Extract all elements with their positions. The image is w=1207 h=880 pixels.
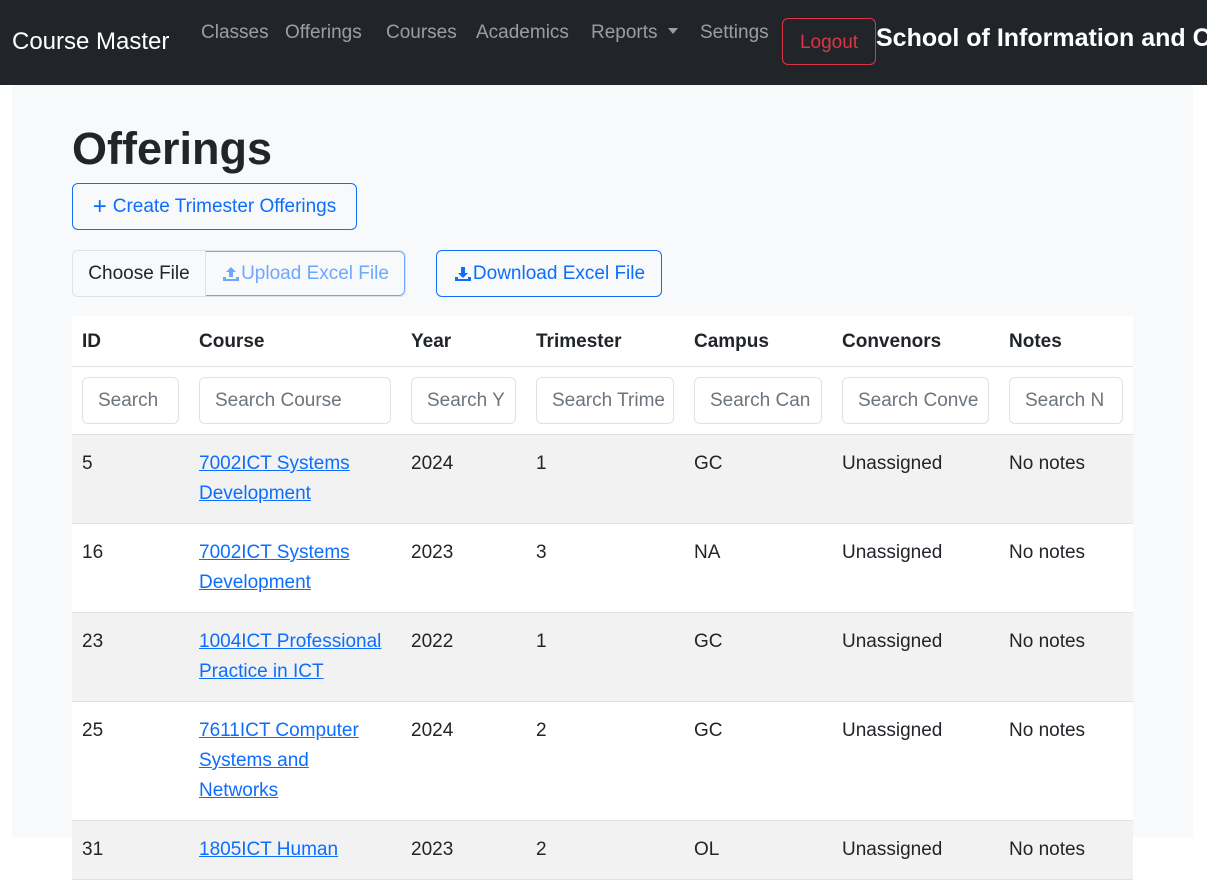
cell-trimester: 3 [526,523,684,613]
cell-convenors: Unassigned [832,820,999,880]
nav-reports-dropdown[interactable]: Reports [591,22,678,44]
offerings-table: ID Course Year Trimester Campus Convenor… [72,316,1133,880]
search-notes-input[interactable]: Search N [1009,377,1123,424]
cell-notes: No notes [999,523,1133,613]
nav-settings[interactable]: Settings [700,22,769,44]
cell-notes: No notes [999,434,1133,524]
choose-file-button[interactable]: Choose File [73,251,206,296]
table-header-row: ID Course Year Trimester Campus Convenor… [72,316,1133,367]
main-container: Offerings + Create Trimester Offerings C… [12,85,1193,880]
create-trimester-offerings-button[interactable]: + Create Trimester Offerings [72,183,357,230]
cell-id: 31 [72,820,189,880]
caret-down-icon [667,28,678,34]
file-upload-group: Choose File Upload Excel File [72,250,406,297]
nav-reports-label: Reports [591,22,658,43]
header-campus: Campus [684,316,832,367]
nav-offerings[interactable]: Offerings [285,22,362,44]
table-row: 23 1004ICT Professional Practice in ICT … [72,612,1133,702]
search-trimester-input[interactable]: Search Trime [536,377,674,424]
header-id: ID [72,316,189,367]
table-row: 5 7002ICT Systems Development 2024 1 GC … [72,434,1133,524]
download-icon [454,266,471,281]
cell-convenors: Unassigned [832,701,999,821]
course-link[interactable]: 7611ICT Computer Systems and Networks [199,720,359,801]
header-convenors: Convenors [832,316,999,367]
school-name: School of Information and Co [876,24,1207,52]
search-year-input[interactable]: Search Y [411,377,516,424]
course-link[interactable]: 1805ICT Human [199,839,338,860]
header-trimester: Trimester [526,316,684,367]
plus-icon: + [92,192,107,220]
page-title: Offerings [72,123,273,174]
header-year: Year [401,316,526,367]
cell-year: 2023 [401,820,526,880]
header-notes: Notes [999,316,1133,367]
table-row: 25 7611ICT Computer Systems and Networks… [72,701,1133,821]
cell-campus: GC [684,434,832,524]
nav-academics[interactable]: Academics [476,22,569,44]
nav-courses[interactable]: Courses [386,22,457,44]
cell-notes: No notes [999,612,1133,702]
cell-convenors: Unassigned [832,434,999,524]
search-id-input[interactable]: Search [82,377,179,424]
cell-trimester: 2 [526,820,684,880]
search-row: Search Search Course Search Y Search Tri… [72,366,1133,435]
create-button-label: Create Trimester Offerings [112,195,337,217]
upload-icon [223,266,240,281]
cell-notes: No notes [999,701,1133,821]
course-link[interactable]: 1004ICT Professional Practice in ICT [199,631,381,682]
cell-campus: GC [684,701,832,821]
course-link[interactable]: 7002ICT Systems Development [199,542,350,593]
cell-id: 5 [72,434,189,524]
cell-year: 2023 [401,523,526,613]
cell-campus: NA [684,523,832,613]
logout-button[interactable]: Logout [782,18,876,65]
cell-campus: OL [684,820,832,880]
cell-year: 2024 [401,434,526,524]
upload-excel-button[interactable]: Upload Excel File [206,251,405,296]
table-row: 31 1805ICT Human 2023 2 OL Unassigned No… [72,820,1133,880]
header-course: Course [189,316,401,367]
brand[interactable]: Course Master [12,28,169,56]
cell-trimester: 1 [526,434,684,524]
navbar: Course Master Classes Offerings Courses … [0,0,1207,85]
cell-id: 23 [72,612,189,702]
upload-button-label: Upload Excel File [241,262,389,284]
cell-year: 2024 [401,701,526,821]
cell-trimester: 2 [526,701,684,821]
cell-trimester: 1 [526,612,684,702]
nav-classes[interactable]: Classes [201,22,269,44]
table-row: 16 7002ICT Systems Development 2023 3 NA… [72,523,1133,613]
cell-convenors: Unassigned [832,523,999,613]
download-excel-button[interactable]: Download Excel File [436,250,662,297]
search-campus-input[interactable]: Search Can [694,377,822,424]
search-course-input[interactable]: Search Course [199,377,391,424]
cell-campus: GC [684,612,832,702]
cell-id: 25 [72,701,189,821]
cell-convenors: Unassigned [832,612,999,702]
course-link[interactable]: 7002ICT Systems Development [199,453,350,504]
cell-year: 2022 [401,612,526,702]
download-button-label: Download Excel File [472,262,646,284]
cell-notes: No notes [999,820,1133,880]
cell-id: 16 [72,523,189,613]
search-convenors-input[interactable]: Search Conve [842,377,989,424]
